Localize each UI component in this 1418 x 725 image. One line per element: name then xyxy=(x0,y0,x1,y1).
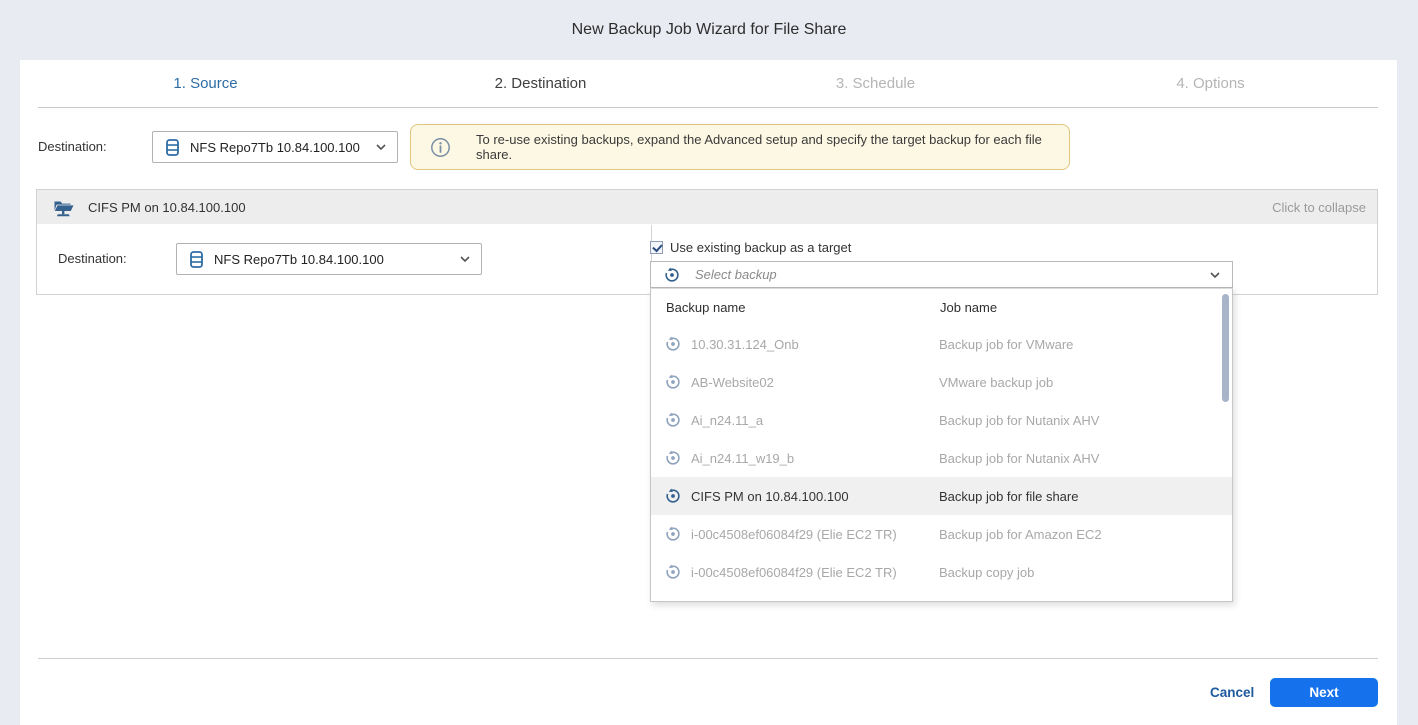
destination-value: NFS Repo7Tb 10.84.100.100 xyxy=(190,140,360,155)
destination-select[interactable]: NFS Repo7Tb 10.84.100.100 xyxy=(152,131,398,163)
backup-name: i-00c4508ef06084f29 (Elie EC2 TR) xyxy=(691,527,939,542)
footer-divider xyxy=(38,658,1378,659)
next-button[interactable]: Next xyxy=(1270,678,1378,707)
job-name: Backup job for Amazon EC2 xyxy=(939,527,1102,542)
backup-dropdown-rows: 10.30.31.124_Onb Backup job for VMware A… xyxy=(651,325,1232,602)
job-name: VMware backup job xyxy=(939,375,1053,390)
collapse-hint: Click to collapse xyxy=(1272,200,1366,215)
use-existing-backup-option[interactable]: Use existing backup as a target xyxy=(650,240,851,255)
database-icon xyxy=(190,251,203,268)
backup-select-combobox[interactable]: Select backup xyxy=(650,261,1233,288)
checkbox-checked-icon[interactable] xyxy=(650,241,663,254)
restore-point-icon xyxy=(664,487,682,505)
backup-dropdown-row: AB-Website02 VMware backup job xyxy=(651,363,1232,401)
wizard-title: New Backup Job Wizard for File Share xyxy=(0,0,1418,60)
restore-point-icon xyxy=(664,563,682,581)
destination-label: Destination: xyxy=(38,131,107,163)
share-group-title: CIFS PM on 10.84.100.100 xyxy=(88,200,246,215)
step-options: 4. Options xyxy=(1043,60,1378,107)
dropdown-scrollbar[interactable] xyxy=(1222,291,1229,601)
backup-dropdown-row: 10.30.31.124_Onb Backup job for VMware xyxy=(651,325,1232,363)
backup-name: CIFS PM on 10.84.100.100 xyxy=(691,489,939,504)
backup-name: i-00c4508ef06084f29 (Elie EC2 TR) xyxy=(691,565,939,580)
job-name: Backup copy job xyxy=(939,565,1034,580)
backup-dropdown-row: Ai_n24.11_w19_b Backup job for Nutanix A… xyxy=(651,439,1232,477)
chevron-down-icon xyxy=(460,256,470,262)
backup-dropdown-header: Backup name Job name xyxy=(651,289,1232,325)
step-source[interactable]: 1. Source xyxy=(38,60,373,107)
job-name: Backup job for Nutanix AHV xyxy=(939,413,1099,428)
backup-dropdown-row xyxy=(651,591,1232,602)
backup-name: Ai_n24.11_w19_b xyxy=(691,451,939,466)
shared-folder-icon xyxy=(52,197,75,218)
wizard-panel: 1. Source 2. Destination 3. Schedule 4. … xyxy=(20,60,1397,725)
share-destination-label: Destination: xyxy=(58,243,127,275)
column-backup-name: Backup name xyxy=(666,300,940,315)
backup-name: 10.30.31.124_Onb xyxy=(691,337,939,352)
job-name: Backup job for Nutanix AHV xyxy=(939,451,1099,466)
info-circle-icon xyxy=(430,137,451,158)
share-destination-select[interactable]: NFS Repo7Tb 10.84.100.100 xyxy=(176,243,482,275)
restore-point-icon xyxy=(664,601,682,602)
step-schedule: 3. Schedule xyxy=(708,60,1043,107)
backup-select-placeholder: Select backup xyxy=(695,267,777,282)
wizard-steps: 1. Source 2. Destination 3. Schedule 4. … xyxy=(38,60,1378,108)
backup-name: AB-Website02 xyxy=(691,375,939,390)
restore-point-icon xyxy=(664,335,682,353)
restore-point-icon xyxy=(664,411,682,429)
backup-dropdown-row: Ai_n24.11_a Backup job for Nutanix AHV xyxy=(651,401,1232,439)
backup-dropdown-row: i-00c4508ef06084f29 (Elie EC2 TR) Backup… xyxy=(651,515,1232,553)
job-name: Backup job for file share xyxy=(939,489,1078,504)
info-banner-text: To re-use existing backups, expand the A… xyxy=(476,132,1069,162)
backup-dropdown-row: i-00c4508ef06084f29 (Elie EC2 TR) Backup… xyxy=(651,553,1232,591)
share-destination-value: NFS Repo7Tb 10.84.100.100 xyxy=(214,252,384,267)
backup-dropdown-row[interactable]: CIFS PM on 10.84.100.100 Backup job for … xyxy=(651,477,1232,515)
cancel-button[interactable]: Cancel xyxy=(1210,678,1254,707)
restore-point-icon xyxy=(664,373,682,391)
use-existing-backup-label: Use existing backup as a target xyxy=(670,240,851,255)
restore-point-icon xyxy=(664,449,682,467)
new-backup-job-wizard: New Backup Job Wizard for File Share 1. … xyxy=(0,0,1418,725)
restore-point-icon xyxy=(664,525,682,543)
step-destination[interactable]: 2. Destination xyxy=(373,60,708,107)
backup-name: Ai_n24.11_a xyxy=(691,413,939,428)
chevron-down-icon xyxy=(1210,272,1220,278)
column-job-name: Job name xyxy=(940,300,997,315)
info-banner: To re-use existing backups, expand the A… xyxy=(410,124,1070,170)
database-icon xyxy=(166,139,179,156)
backup-dropdown-list: Backup name Job name 10.30.31.124_Onb Ba… xyxy=(650,288,1233,602)
dropdown-scrollbar-thumb[interactable] xyxy=(1222,294,1229,402)
restore-point-icon xyxy=(663,266,681,284)
chevron-down-icon xyxy=(376,144,386,150)
job-name: Backup job for VMware xyxy=(939,337,1073,352)
share-group-header[interactable]: CIFS PM on 10.84.100.100 Click to collap… xyxy=(36,189,1378,225)
